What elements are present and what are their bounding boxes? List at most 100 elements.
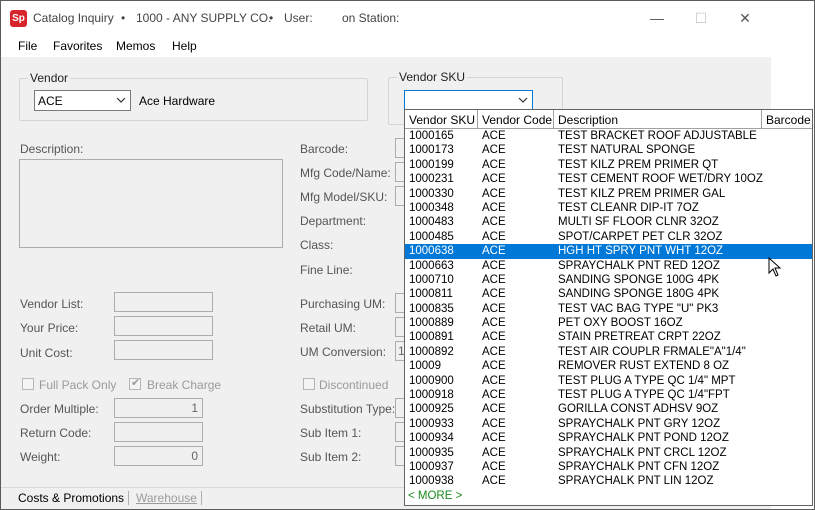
- vendor-combo-value: ACE: [38, 94, 63, 108]
- vendor-group-legend: Vendor: [28, 71, 71, 85]
- vendor-sku-cell: 1000925: [409, 403, 454, 416]
- maximize-button[interactable]: ☐: [681, 6, 721, 30]
- list-item[interactable]: 1000811 ACE SANDING SPONGE 180G 4PK: [405, 287, 812, 301]
- list-item[interactable]: 1000934 ACE SPRAYCHALK PNT POND 12OZ: [405, 431, 812, 445]
- description-cell: SPRAYCHALK PNT LIN 12OZ: [558, 475, 714, 488]
- order-multiple-field[interactable]: 1: [114, 398, 203, 418]
- column-header-description[interactable]: Description: [554, 110, 762, 129]
- discontinued-label: Discontinued: [319, 378, 389, 392]
- column-header-vendor-sku[interactable]: Vendor SKU: [405, 110, 478, 129]
- list-item[interactable]: 1000925 ACE GORILLA CONST ADHSV 9OZ: [405, 402, 812, 416]
- order-multiple-label: Order Multiple:: [20, 402, 99, 416]
- vendor-sku-cell: 1000835: [409, 302, 454, 315]
- tab-costs-promotions[interactable]: Costs & Promotions: [18, 491, 124, 505]
- list-item[interactable]: 1000638 ACE HGH HT SPRY PNT WHT 12OZ: [405, 244, 812, 259]
- list-item[interactable]: 1000892 ACE TEST AIR COUPLR FRMALE"A"1/4": [405, 345, 812, 359]
- vendor-code-cell: ACE: [482, 144, 506, 157]
- vendor-sku-cell: 1000348: [409, 201, 454, 214]
- list-item[interactable]: 1000935 ACE SPRAYCHALK PNT CRCL 12OZ: [405, 446, 812, 460]
- list-item[interactable]: 1000835 ACE TEST VAC BAG TYPE "U" PK3: [405, 302, 812, 316]
- vendor-combo[interactable]: ACE: [34, 90, 131, 111]
- description-label: Description:: [20, 142, 84, 156]
- description-cell: SPOT/CARPET PET CLR 32OZ: [558, 230, 723, 243]
- vendor-code-cell: ACE: [482, 230, 506, 243]
- barcode-label: Barcode:: [300, 142, 349, 156]
- vendor-code-cell: ACE: [482, 389, 506, 402]
- vendor-code-cell: ACE: [482, 273, 506, 286]
- description-cell: STAIN PRETREAT CRPT 22OZ: [558, 331, 721, 344]
- list-item[interactable]: 1000918 ACE TEST PLUG A TYPE QC 1/4"FPT: [405, 388, 812, 402]
- vendor-code-cell: ACE: [482, 446, 506, 459]
- vendor-code-cell: ACE: [482, 187, 506, 200]
- list-item[interactable]: 1000710 ACE SANDING SPONGE 100G 4PK: [405, 273, 812, 287]
- vendor-code-cell: ACE: [482, 417, 506, 430]
- full-pack-only-label: Full Pack Only: [39, 378, 117, 392]
- full-pack-only-checkbox[interactable]: [22, 378, 34, 390]
- purchasing-um-label: Purchasing UM:: [300, 297, 386, 311]
- list-item[interactable]: 1000933 ACE SPRAYCHALK PNT GRY 12OZ: [405, 417, 812, 431]
- close-button[interactable]: ✕: [725, 6, 765, 30]
- vendor-sku-combo[interactable]: [404, 90, 533, 111]
- column-header-vendor-code[interactable]: Vendor Code: [478, 110, 554, 129]
- return-code-field[interactable]: [114, 422, 203, 442]
- unit-cost-field[interactable]: [114, 340, 213, 360]
- vendor-code-cell: ACE: [482, 345, 506, 358]
- catalog-inquiry-window: Sp Catalog Inquiry • 1000 - ANY SUPPLY C…: [0, 0, 815, 510]
- sub-item-2-label: Sub Item 2:: [300, 450, 362, 464]
- description-cell: SPRAYCHALK PNT GRY 12OZ: [558, 417, 721, 430]
- more-link[interactable]: < MORE >: [408, 490, 462, 502]
- vendor-sku-cell: 10009: [409, 360, 441, 373]
- minimize-button[interactable]: —: [637, 6, 677, 30]
- list-item[interactable]: 1000348 ACE TEST CLEANR DIP-IT 7OZ: [405, 201, 812, 215]
- app-logo-icon: Sp: [10, 10, 27, 27]
- vendor-sku-cell: 1000918: [409, 389, 454, 402]
- list-item[interactable]: 1000485 ACE SPOT/CARPET PET CLR 32OZ: [405, 230, 812, 244]
- your-price-field[interactable]: [114, 316, 213, 336]
- list-item[interactable]: 1000165 ACE TEST BRACKET ROOF ADJUSTABLE: [405, 129, 812, 143]
- list-item[interactable]: 1000330 ACE TEST KILZ PREM PRIMER GAL: [405, 187, 812, 201]
- description-field[interactable]: [19, 159, 283, 248]
- list-item[interactable]: 1000663 ACE SPRAYCHALK PNT RED 12OZ: [405, 259, 812, 273]
- vendor-code-cell: ACE: [482, 158, 506, 171]
- vendor-code-cell: ACE: [482, 432, 506, 445]
- vendor-sku-cell: 1000663: [409, 259, 454, 272]
- menu-favorites[interactable]: Favorites: [53, 39, 102, 53]
- menu-file[interactable]: File: [18, 39, 37, 53]
- description-cell: SPRAYCHALK PNT RED 12OZ: [558, 259, 720, 272]
- list-item[interactable]: 1000891 ACE STAIN PRETREAT CRPT 22OZ: [405, 330, 812, 344]
- break-charge-checkbox[interactable]: ✔: [129, 377, 141, 390]
- vendor-sku-cell: 1000199: [409, 158, 454, 171]
- column-header-barcode[interactable]: Barcode: [762, 110, 812, 129]
- menu-help[interactable]: Help: [172, 39, 197, 53]
- list-item[interactable]: 1000483 ACE MULTI SF FLOOR CLNR 32OZ: [405, 215, 812, 229]
- weight-field[interactable]: 0: [114, 446, 203, 466]
- list-item[interactable]: 1000889 ACE PET OXY BOOST 16OZ: [405, 316, 812, 330]
- mfg-model-sku-label: Mfg Model/SKU:: [300, 190, 388, 204]
- list-item[interactable]: 1000231 ACE TEST CEMENT ROOF WET/DRY 10OZ: [405, 172, 812, 186]
- list-item[interactable]: 1000938 ACE SPRAYCHALK PNT LIN 12OZ: [405, 474, 812, 488]
- vendor-list-field[interactable]: [114, 292, 213, 312]
- list-item[interactable]: 1000173 ACE TEST NATURAL SPONGE: [405, 143, 812, 157]
- list-item[interactable]: 1000199 ACE TEST KILZ PREM PRIMER QT: [405, 158, 812, 172]
- menu-memos[interactable]: Memos: [116, 39, 155, 53]
- company-name: 1000 - ANY SUPPLY CO.: [136, 11, 272, 25]
- vendor-sku-cell: 1000173: [409, 144, 454, 157]
- list-item[interactable]: 10009 ACE REMOVER RUST EXTEND 8 OZ: [405, 359, 812, 373]
- description-cell: TEST PLUG A TYPE QC 1/4" MPT: [558, 374, 736, 387]
- weight-value: 0: [191, 449, 198, 463]
- vendor-sku-cell: 1000811: [409, 288, 453, 301]
- description-cell: TEST VAC BAG TYPE "U" PK3: [558, 302, 719, 315]
- tab-warehouse[interactable]: Warehouse: [136, 491, 197, 505]
- description-cell: TEST KILZ PREM PRIMER GAL: [558, 187, 726, 200]
- vendor-sku-cell: 1000165: [409, 130, 454, 142]
- vendor-code-cell: ACE: [482, 173, 506, 186]
- retail-um-label: Retail UM:: [300, 321, 357, 335]
- vendor-code-cell: ACE: [482, 317, 506, 330]
- description-cell: TEST KILZ PREM PRIMER QT: [558, 158, 719, 171]
- list-item[interactable]: 1000900 ACE TEST PLUG A TYPE QC 1/4" MPT: [405, 374, 812, 388]
- list-item[interactable]: 1000937 ACE SPRAYCHALK PNT CFN 12OZ: [405, 460, 812, 474]
- vendor-name: Ace Hardware: [139, 94, 216, 108]
- discontinued-checkbox[interactable]: [303, 378, 315, 390]
- vendor-sku-dropdown-list: Vendor SKU Vendor Code Description Barco…: [404, 109, 813, 506]
- title-separator: •: [121, 11, 126, 25]
